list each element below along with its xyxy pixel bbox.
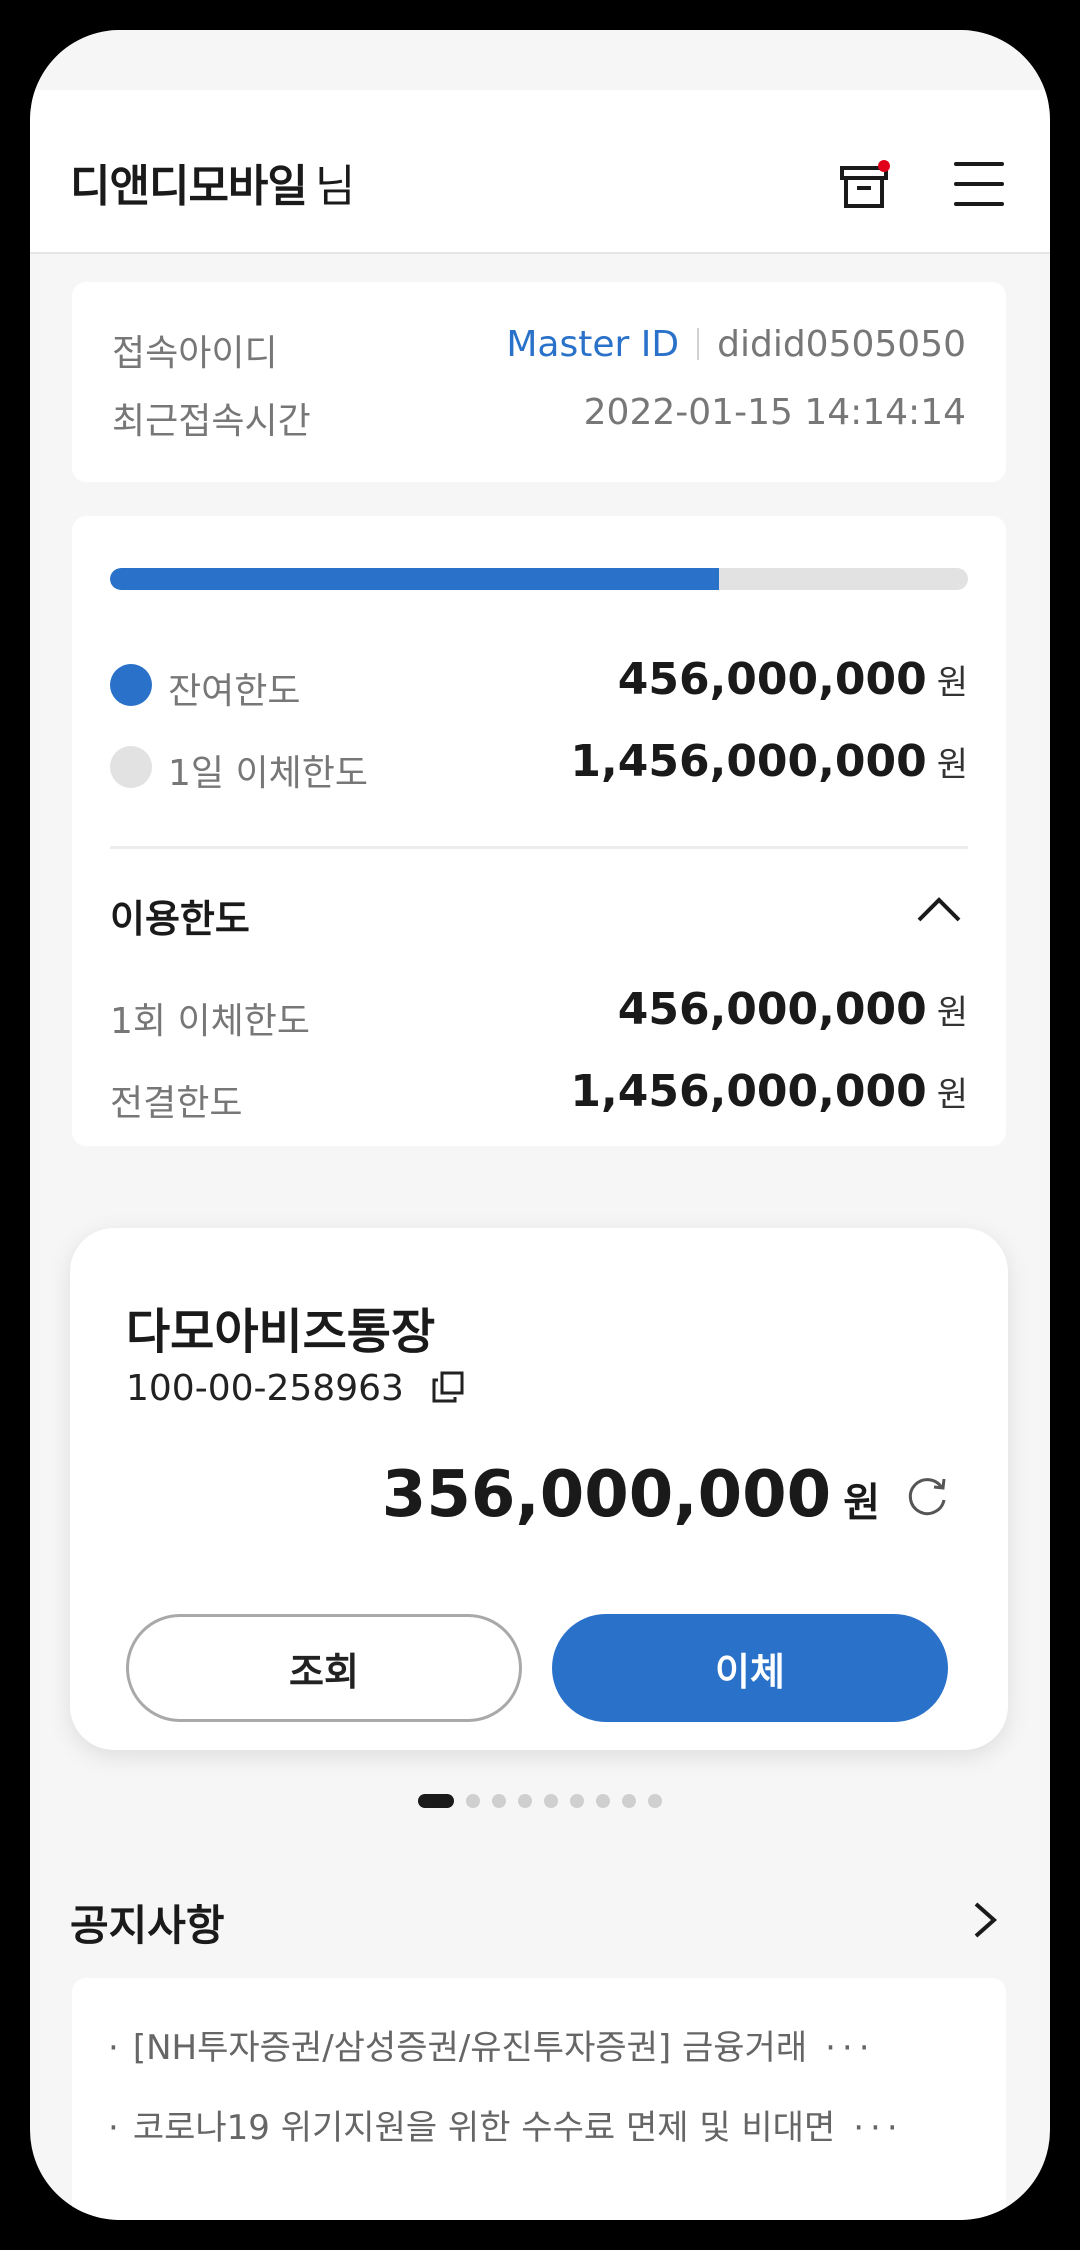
hamburger-icon [954,162,1004,166]
last-login-value: 2022-01-15 14:14:14 [583,392,966,433]
notice-item[interactable]: · 코로나19 위기지원을 위한 수수료 면제 및 비대면 ··· [108,2100,982,2150]
daily-limit-value: 1,456,000,000 [570,736,927,787]
daily-limit-amount: 1,456,000,000 원 [570,736,968,787]
currency-unit: 원 [936,745,968,785]
status-bar [30,30,1050,90]
pager-dot[interactable] [648,1793,662,1808]
user-greeting: 디앤디모바일 님 [70,150,355,214]
refresh-icon[interactable] [904,1474,950,1520]
limit-card: 잔여한도 456,000,000 원 1일 이체한도 1,456,000,000 원… [72,516,1006,1146]
app-header: 디앤디모바일 님 [30,90,1050,254]
pager-dot[interactable] [518,1793,532,1808]
last-login-row: 최근접속시간 2022-01-15 14:14:14 [112,392,966,442]
login-id-value: Master ID didid0505050 [506,324,966,365]
carousel-pager[interactable] [30,1790,1050,1810]
notice-section-title[interactable]: 공지사항 [70,1892,225,1953]
copy-icon[interactable] [431,1370,465,1404]
pager-dot[interactable] [466,1793,480,1808]
approval-limit-label: 전결한도 [110,1083,243,1124]
device-frame: 디앤디모바일 님 접속아이디 Master ID didid0505050 최근… [0,0,1080,2250]
notification-dot [878,160,890,172]
daily-limit-label: 1일 이체한도 [168,753,368,794]
hamburger-icon-line [954,182,1004,186]
login-info-card: 접속아이디 Master ID didid0505050 최근접속시간 2022-… [72,282,1006,482]
daily-limit-row: 1일 이체한도 1,456,000,000 원 [110,736,968,796]
account-number-row: 100-00-258963 [126,1368,465,1409]
login-id-label: 접속아이디 [112,333,278,374]
chevron-up-icon[interactable] [916,894,962,924]
daily-legend-dot [110,746,152,788]
pager-dot[interactable] [570,1793,584,1808]
pager-dot[interactable] [596,1793,610,1808]
per-transfer-limit-value: 456,000,000 [617,984,927,1035]
inbox-button[interactable] [838,158,894,214]
company-name: 디앤디모바일 [70,161,308,212]
remaining-limit-amount: 456,000,000 원 [618,654,968,705]
ellipsis: ··· [825,2028,876,2068]
per-transfer-limit-row: 1회 이체한도 456,000,000 원 [110,984,968,1044]
ellipsis: ··· [853,2108,904,2148]
menu-button[interactable] [954,162,1006,206]
notice-text: [NH투자증권/삼성증권/유진투자증권] 금융거래 [132,2028,808,2068]
notice-text: 코로나19 위기지원을 위한 수수료 면제 및 비대면 [132,2108,836,2148]
bullet: · [108,2028,119,2068]
limit-progress-fill [110,568,720,590]
approval-limit-amount: 1,456,000,000 원 [570,1066,968,1117]
chevron-right-icon[interactable] [970,1900,1000,1940]
id-type: Master ID [506,324,680,365]
honorific: 님 [314,161,355,212]
divider [110,846,968,849]
login-id-row: 접속아이디 Master ID didid0505050 [112,324,966,374]
account-card[interactable]: 다모아비즈통장 100-00-258963 356,000,000 원 조회 이체 [70,1228,1008,1750]
transfer-button[interactable]: 이체 [552,1614,948,1722]
usage-limit-toggle-label[interactable]: 이용한도 [110,888,250,943]
bullet: · [108,2108,119,2148]
currency-unit: 원 [936,993,968,1033]
remaining-limit-label: 잔여한도 [168,671,301,712]
hamburger-icon-line [954,202,1004,206]
per-transfer-limit-amount: 456,000,000 원 [618,984,968,1035]
inquiry-button[interactable]: 조회 [126,1614,522,1722]
pager-dot[interactable] [544,1793,558,1808]
approval-limit-value: 1,456,000,000 [570,1066,927,1117]
per-transfer-limit-label: 1회 이체한도 [110,1001,310,1042]
remaining-limit-row: 잔여한도 456,000,000 원 [110,654,968,714]
account-balance: 356,000,000 원 [382,1458,880,1532]
balance-value: 356,000,000 [381,1458,832,1532]
currency-unit: 원 [936,1075,968,1115]
user-id: didid0505050 [717,324,966,365]
notice-item[interactable]: · [NH투자증권/삼성증권/유진투자증권] 금융거래 ··· [108,2020,982,2070]
last-login-label: 최근접속시간 [112,401,311,442]
remaining-limit-value: 456,000,000 [617,654,927,705]
remaining-legend-dot [110,664,152,706]
separator [697,328,700,360]
account-name: 다모아비즈통장 [126,1304,436,1360]
limit-progress-bar [110,568,968,590]
app-screen: 디앤디모바일 님 접속아이디 Master ID didid0505050 최근… [30,30,1050,2220]
currency-unit: 원 [936,663,968,703]
pager-dot[interactable] [418,1793,454,1808]
currency-unit: 원 [843,1480,880,1526]
approval-limit-row: 전결한도 1,456,000,000 원 [110,1066,968,1126]
pager-dot[interactable] [492,1793,506,1808]
pager-dot[interactable] [622,1793,636,1808]
notice-list: · [NH투자증권/삼성증권/유진투자증권] 금융거래 ··· · 코로나19 위기지… [72,1978,1006,2220]
account-number: 100-00-258963 [126,1368,404,1409]
